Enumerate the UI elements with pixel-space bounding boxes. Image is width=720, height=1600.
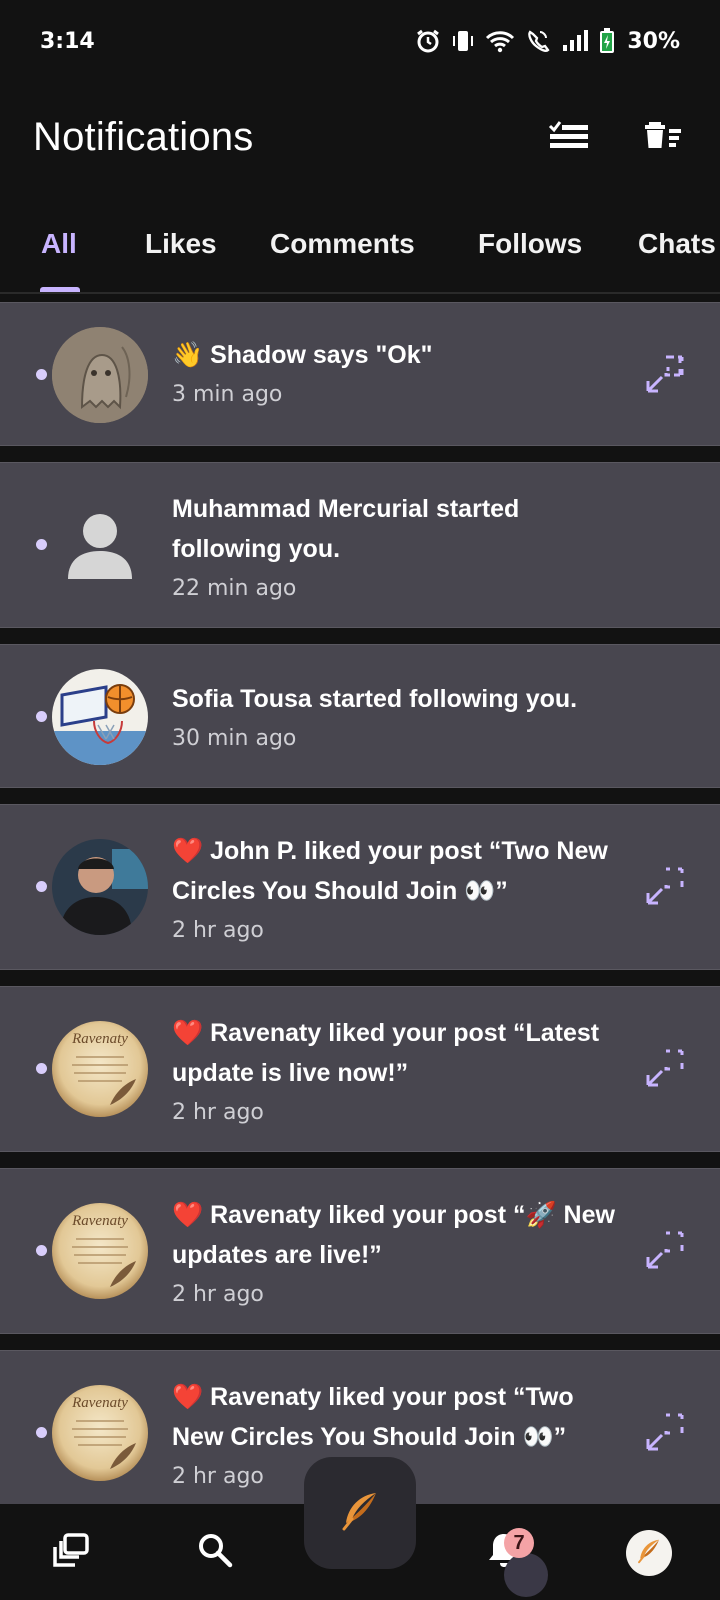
wifi-calling-icon [525, 28, 551, 54]
notification-time: 2 hr ago [172, 1282, 264, 1307]
battery-charging-icon [599, 28, 615, 54]
avatar[interactable] [52, 669, 148, 765]
notification-title: ❤️ Ravenaty liked your post “🚀 New updat… [172, 1195, 620, 1275]
app-header: Notifications [0, 90, 720, 185]
expand-icon[interactable] [644, 355, 684, 395]
page-title: Notifications [33, 115, 254, 159]
tab-likes[interactable]: Likes [145, 228, 217, 260]
avatar[interactable] [52, 839, 148, 935]
active-tab-indicator [40, 287, 80, 292]
filter-tabs: All Likes Comments Follows Chats [0, 210, 720, 294]
notification-time: 30 min ago [172, 726, 297, 751]
tab-follows[interactable]: Follows [478, 228, 582, 260]
notification-item[interactable]: Muhammad Mercurial started following you… [0, 462, 720, 628]
nav-search[interactable] [191, 1528, 239, 1576]
unread-dot [36, 539, 47, 550]
notification-content: ❤️ Ravenaty liked your post “Latest upda… [172, 1013, 620, 1129]
heart-emoji: ❤️ [172, 837, 204, 865]
expand-icon[interactable] [644, 1049, 684, 1089]
ravenaty-avatar[interactable]: Ravenaty [52, 1021, 148, 1117]
status-time: 3:14 [40, 28, 95, 54]
notification-item[interactable]: Ravenaty ❤️ Ravenaty liked your post “La… [0, 986, 720, 1152]
tab-chats[interactable]: Chats [638, 228, 716, 260]
profile-avatar[interactable] [626, 1530, 672, 1576]
notification-time: 3 min ago [172, 382, 283, 407]
wave-emoji: 👋 [172, 341, 204, 369]
notification-text: Shadow says "Ok" [210, 341, 433, 369]
unread-dot [36, 1427, 47, 1438]
wifi-icon [485, 29, 515, 53]
ravenaty-avatar[interactable]: Ravenaty [52, 1203, 148, 1299]
notification-item[interactable]: ❤️ John P. liked your post “Two New Circ… [0, 804, 720, 970]
expand-icon[interactable] [644, 1231, 684, 1271]
circles-icon [53, 1531, 91, 1574]
unread-dot [36, 711, 47, 722]
expand-icon[interactable] [644, 867, 684, 907]
notification-text: Ravenaty liked your post “🚀 New updates … [172, 1201, 615, 1269]
unread-dot [36, 1063, 47, 1074]
notification-content: ❤️ Ravenaty liked your post “🚀 New updat… [172, 1195, 620, 1311]
notification-title: ❤️ John P. liked your post “Two New Circ… [172, 831, 620, 911]
ravenaty-logo-text: Ravenaty [71, 1395, 128, 1411]
notification-time: 2 hr ago [172, 918, 264, 943]
notification-item[interactable]: 👋 Shadow says "Ok" 3 min ago [0, 302, 720, 446]
ravenaty-logo-text: Ravenaty [71, 1031, 128, 1047]
notification-title: 👋 Shadow says "Ok" [172, 335, 620, 375]
default-avatar[interactable] [52, 497, 148, 593]
notification-content: Muhammad Mercurial started following you… [172, 489, 620, 605]
ravenaty-avatar[interactable]: Ravenaty [52, 1385, 148, 1481]
notification-content: Sofia Tousa started following you. 30 mi… [172, 679, 620, 755]
vibrate-icon [451, 28, 475, 54]
compose-feather-icon [336, 1487, 384, 1540]
notification-title: ❤️ Ravenaty liked your post “Two New Cir… [172, 1377, 620, 1457]
notification-text: John P. liked your post “Two New Circles… [172, 837, 608, 905]
notification-count-badge: 7 [504, 1528, 534, 1558]
header-actions [545, 114, 687, 162]
notification-time: 2 hr ago [172, 1100, 264, 1125]
ravenaty-logo-text: Ravenaty [71, 1213, 128, 1229]
notification-title: ❤️ Ravenaty liked your post “Latest upda… [172, 1013, 620, 1093]
unread-dot [36, 369, 47, 380]
mark-all-read-button[interactable] [545, 114, 593, 162]
status-bar: 3:14 30% [0, 0, 720, 82]
unread-dot [36, 1245, 47, 1256]
compose-button[interactable] [304, 1457, 416, 1569]
search-icon [196, 1531, 234, 1574]
avatar[interactable] [52, 327, 148, 423]
notification-text: Ravenaty liked your post “Latest update … [172, 1019, 600, 1087]
clear-all-button[interactable] [639, 114, 687, 162]
signal-icon [561, 29, 589, 53]
expand-icon[interactable] [644, 1413, 684, 1453]
mark-all-read-icon [548, 120, 590, 155]
heart-emoji: ❤️ [172, 1383, 204, 1411]
feather-logo-icon [634, 1536, 664, 1571]
notification-item[interactable]: Ravenaty ❤️ Ravenaty liked your post “🚀 … [0, 1168, 720, 1334]
clear-all-icon [643, 120, 683, 155]
unread-dot [36, 881, 47, 892]
notification-content: ❤️ John P. liked your post “Two New Circ… [172, 831, 620, 947]
nav-circles[interactable] [48, 1528, 96, 1576]
alarm-icon [415, 28, 441, 54]
heart-emoji: ❤️ [172, 1201, 204, 1229]
notification-time: 22 min ago [172, 576, 297, 601]
tab-all[interactable]: All [41, 228, 77, 260]
notification-content: 👋 Shadow says "Ok" 3 min ago [172, 335, 620, 411]
tab-comments[interactable]: Comments [270, 228, 415, 260]
heart-emoji: ❤️ [172, 1019, 204, 1047]
notification-text: Ravenaty liked your post “Two New Circle… [172, 1383, 574, 1451]
notification-text: Sofia Tousa started following you. [172, 685, 578, 713]
active-nav-indicator [504, 1553, 548, 1597]
notification-item[interactable]: Sofia Tousa started following you. 30 mi… [0, 644, 720, 788]
battery-percent: 30% [627, 28, 680, 54]
notification-text: Muhammad Mercurial started following you… [172, 495, 520, 563]
status-icons: 30% [415, 28, 680, 54]
